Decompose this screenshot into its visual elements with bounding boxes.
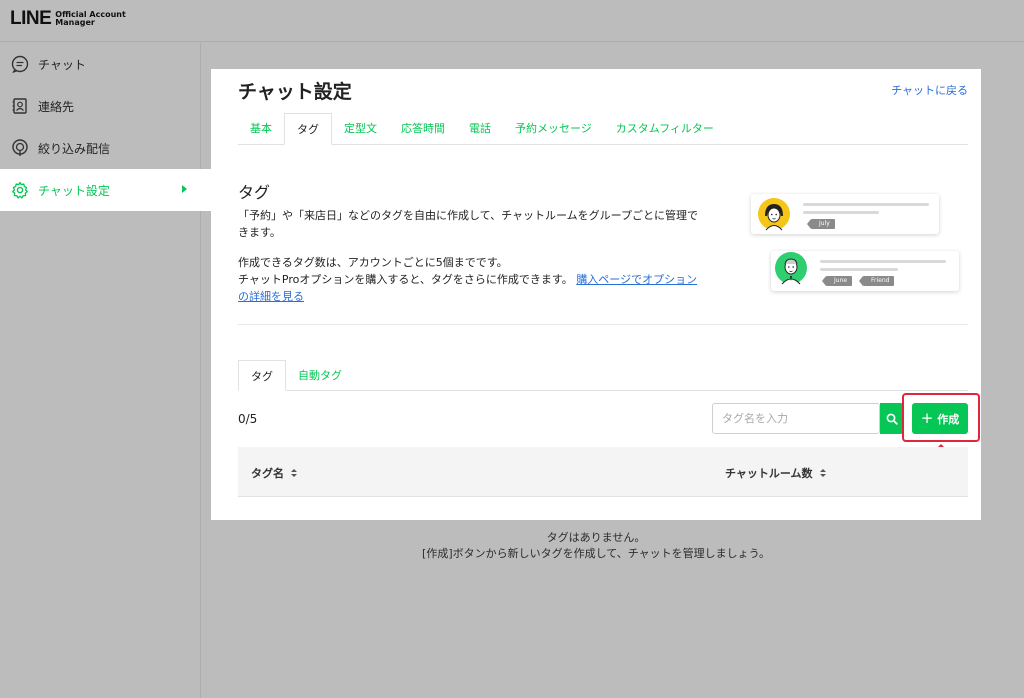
broadcast-icon — [10, 138, 30, 158]
search-icon — [886, 413, 898, 425]
sidebar-item-label: 絞り込み配信 — [38, 141, 111, 156]
tag-search-input[interactable] — [713, 404, 873, 433]
sidebar-item-label: 連絡先 — [38, 99, 75, 114]
tab-scheduled-messages[interactable]: 予約メッセージ — [503, 113, 604, 145]
caret-right-icon — [182, 185, 187, 193]
column-header-tag-name[interactable]: タグ名 — [251, 465, 297, 481]
tab-response-hours[interactable]: 応答時間 — [389, 113, 457, 145]
empty-state-message: タグはありません。 [作成]ボタンから新しいタグを作成して、チャットを管理しまし… — [211, 530, 981, 562]
limit-text: 作成できるタグ数は、アカウントごとに5個までです。 — [238, 256, 508, 269]
column-label: チャットルーム数 — [725, 467, 813, 480]
illustration-card: July — [751, 194, 939, 234]
sidebar: チャット 連絡先 絞り込み配信 チャット設定 — [0, 43, 211, 698]
illustration-card: June Friend — [771, 251, 959, 291]
sort-icon — [291, 469, 297, 477]
sidebar-item-contacts[interactable]: 連絡先 — [0, 85, 200, 127]
tab-basic[interactable]: 基本 — [238, 113, 284, 145]
tab-tags[interactable]: タグ — [284, 113, 332, 145]
tag-search-box — [712, 403, 880, 434]
sidebar-item-chat-settings[interactable]: チャット設定 — [0, 169, 211, 211]
sidebar-item-targeted-broadcast[interactable]: 絞り込み配信 — [0, 127, 200, 169]
sort-icon — [819, 469, 826, 477]
empty-state-line: [作成]ボタンから新しいタグを作成して、チャットを管理しましょう。 — [422, 547, 770, 560]
description-line: きます。 — [238, 226, 281, 239]
page-title: チャット設定 — [238, 81, 352, 103]
empty-state-line: タグはありません。 — [546, 531, 646, 544]
search-button[interactable] — [880, 403, 904, 434]
logo-subtitle: Official Account Manager — [55, 11, 126, 27]
woman-avatar-icon — [758, 198, 790, 231]
tab-custom-filter[interactable]: カスタムフィルター — [604, 113, 726, 145]
tag-subtabs: タグ 自動タグ — [238, 360, 968, 391]
sidebar-item-label: チャット設定 — [38, 183, 110, 198]
tag-table-header: タグ名 チャットルーム数 — [238, 447, 968, 497]
logo-sub-line2: Manager — [55, 18, 95, 27]
description-line: 「予約」や「来店日」などのタグを自由に作成して、チャットルームをグループごとに管… — [238, 209, 699, 222]
column-header-chat-rooms[interactable]: チャットルーム数 — [725, 465, 826, 481]
top-bar: LINE Official Account Manager — [0, 0, 1024, 42]
section-title: タグ — [238, 183, 271, 202]
gear-icon — [10, 180, 30, 200]
purchase-page-link[interactable]: 購入ページでオプション — [576, 273, 697, 286]
chat-settings-panel: チャット設定 チャットに戻る 基本 タグ 定型文 応答時間 電話 予約メッセージ… — [211, 69, 981, 520]
subtab-auto-tags[interactable]: 自動タグ — [286, 360, 354, 391]
tag-limit-description: 作成できるタグ数は、アカウントごとに5個までです。 チャットProオプションを購… — [238, 254, 728, 305]
settings-tabs: 基本 タグ 定型文 応答時間 電話 予約メッセージ カスタムフィルター — [238, 113, 968, 145]
section-divider — [238, 324, 968, 325]
tag-description: 「予約」や「来店日」などのタグを自由に作成して、チャットルームをグループごとに管… — [238, 207, 728, 241]
highlight-box — [902, 393, 980, 442]
subtab-tags[interactable]: タグ — [238, 360, 286, 391]
purchase-page-link-continued[interactable]: の詳細を見る — [238, 290, 304, 303]
contact-card-icon — [10, 96, 30, 116]
logo-wordmark: LINE — [10, 8, 52, 29]
sidebar-item-chat[interactable]: チャット — [0, 43, 200, 85]
tab-canned-messages[interactable]: 定型文 — [332, 113, 389, 145]
tab-phone[interactable]: 電話 — [457, 113, 503, 145]
pro-option-text: チャットProオプションを購入すると、タグをさらに作成できます。 — [238, 273, 573, 286]
tag-count: 0/5 — [238, 412, 258, 426]
column-label: タグ名 — [251, 467, 284, 480]
sidebar-item-label: チャット — [38, 57, 86, 72]
illustration-tag: Friend — [858, 276, 895, 286]
man-avatar-icon — [775, 252, 807, 285]
back-to-chat-link[interactable]: チャットに戻る — [891, 82, 968, 98]
chat-bubble-icon — [10, 54, 30, 74]
illustration-tag: June — [821, 276, 853, 286]
line-logo[interactable]: LINE Official Account Manager — [10, 8, 126, 30]
illustration-tag: July — [807, 219, 835, 229]
